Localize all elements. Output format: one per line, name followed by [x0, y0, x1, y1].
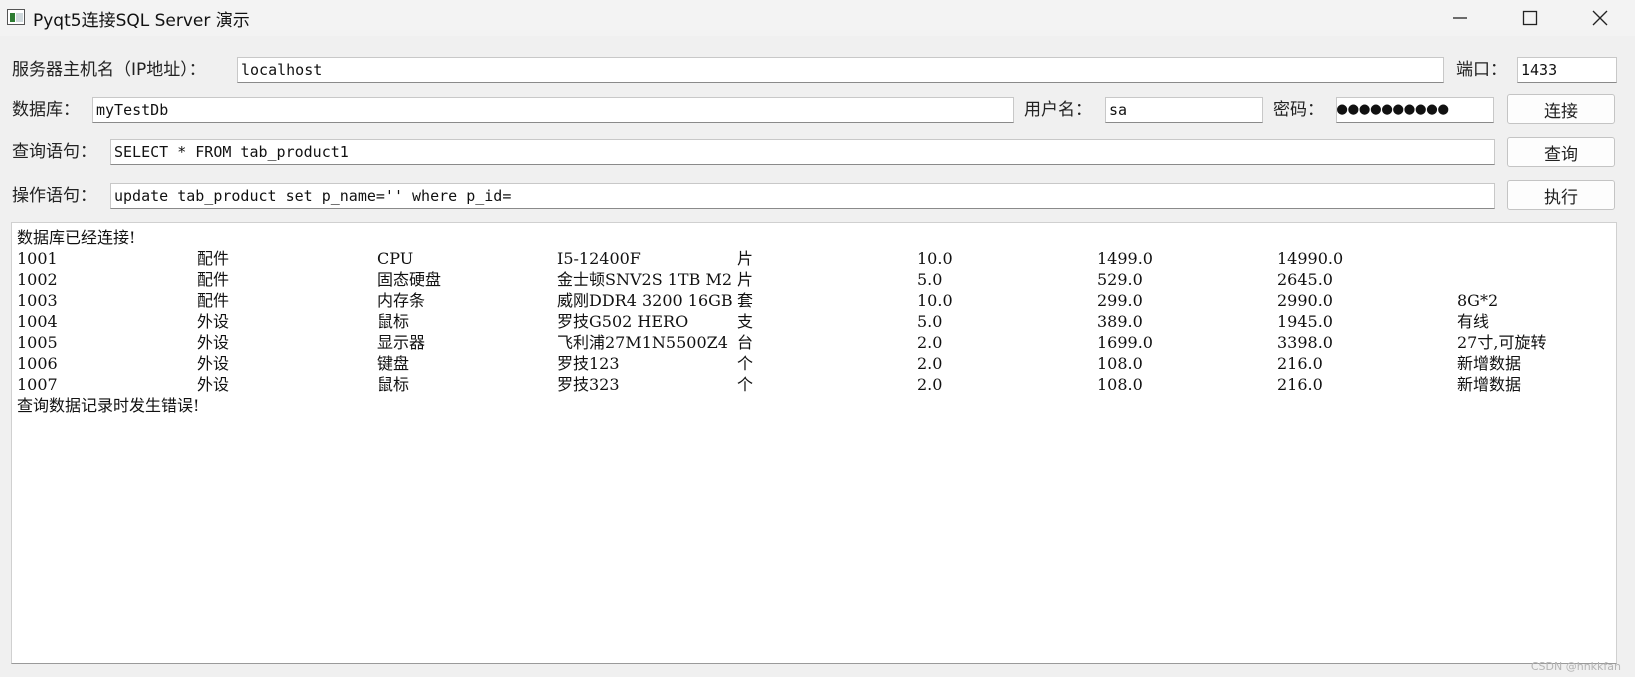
exec-input[interactable]: update tab_product set p_name='' where p… — [110, 183, 1495, 209]
password-input[interactable]: ●●●●●●●●●● — [1336, 97, 1494, 123]
port-label: 端口： — [1456, 60, 1507, 80]
cell-id: 1003 — [17, 291, 58, 310]
cell-id: 1001 — [17, 249, 58, 268]
close-icon — [1592, 10, 1608, 26]
cell-note: 新增数据 — [1457, 375, 1522, 394]
table-row: 1006 外设 键盘 罗技123 个 2.0 108.0 216.0 新增数据 — [17, 353, 1607, 374]
table-row: 1002 配件 固态硬盘 金士顿SNV2S 1TB M2 片 5.0 529.0… — [17, 269, 1607, 290]
cell-category: 外设 — [197, 375, 230, 394]
maximize-button[interactable] — [1495, 0, 1565, 36]
cell-unit: 支 — [737, 312, 754, 331]
cell-category: 外设 — [197, 333, 230, 352]
cell-id: 1006 — [17, 354, 58, 373]
cell-model: 飞利浦27M1N5500Z4 — [557, 333, 728, 352]
cell-name: CPU — [377, 249, 414, 268]
cell-id: 1005 — [17, 333, 58, 352]
query-input[interactable]: SELECT * FROM tab_product1 — [110, 139, 1495, 165]
cell-model: I5-12400F — [557, 249, 641, 268]
cell-model: 罗技G502 HERO — [557, 312, 689, 331]
minimize-icon — [1453, 17, 1467, 19]
cell-note: 27寸,可旋转 — [1457, 333, 1547, 352]
cell-name: 鼠标 — [377, 375, 410, 394]
cell-price: 108.0 — [1097, 354, 1143, 373]
cell-unit: 个 — [737, 354, 754, 373]
close-button[interactable] — [1565, 0, 1635, 36]
cell-total: 216.0 — [1277, 375, 1323, 394]
db-label: 数据库： — [12, 100, 80, 120]
query-label: 查询语句： — [12, 142, 97, 162]
cell-unit: 套 — [737, 291, 754, 310]
cell-id: 1002 — [17, 270, 58, 289]
cell-total: 3398.0 — [1277, 333, 1333, 352]
cell-name: 内存条 — [377, 291, 426, 310]
cell-unit: 个 — [737, 375, 754, 394]
cell-name: 键盘 — [377, 354, 410, 373]
minimize-button[interactable] — [1425, 0, 1495, 36]
cell-model: 金士顿SNV2S 1TB M2 — [557, 270, 733, 289]
host-label: 服务器主机名（IP地址）： — [12, 60, 206, 80]
cell-price: 1499.0 — [1097, 249, 1153, 268]
cell-total: 2990.0 — [1277, 291, 1333, 310]
cell-note: 8G*2 — [1457, 291, 1499, 310]
cell-price: 1699.0 — [1097, 333, 1153, 352]
cell-price: 529.0 — [1097, 270, 1143, 289]
cell-total: 1945.0 — [1277, 312, 1333, 331]
cell-category: 配件 — [197, 270, 230, 289]
cell-model: 罗技123 — [557, 354, 620, 373]
user-input[interactable]: sa — [1105, 97, 1263, 123]
cell-qty: 5.0 — [917, 312, 943, 331]
cell-total: 2645.0 — [1277, 270, 1333, 289]
watermark: CSDN @hnkkfan — [1530, 660, 1621, 673]
table-row: 1007 外设 鼠标 罗技323 个 2.0 108.0 216.0 新增数据 — [17, 374, 1607, 395]
cell-name: 鼠标 — [377, 312, 410, 331]
cell-name: 固态硬盘 — [377, 270, 442, 289]
cell-unit: 片 — [737, 270, 754, 289]
query-button[interactable]: 查询 — [1507, 137, 1615, 167]
maximize-icon — [1522, 10, 1538, 26]
user-label: 用户名： — [1024, 100, 1092, 120]
exec-button[interactable]: 执行 — [1507, 180, 1615, 210]
pwd-label: 密码： — [1273, 100, 1324, 120]
cell-model: 罗技323 — [557, 375, 620, 394]
cell-model: 威刚DDR4 3200 16GB — [557, 291, 733, 310]
table-row: 1005 外设 显示器 飞利浦27M1N5500Z4 台 2.0 1699.0 … — [17, 332, 1607, 353]
table-row: 1004 外设 鼠标 罗技G502 HERO 支 5.0 389.0 1945.… — [17, 311, 1607, 332]
error-message: 查询数据记录时发生错误! — [17, 396, 200, 415]
cell-qty: 5.0 — [917, 270, 943, 289]
cell-qty: 10.0 — [917, 249, 953, 268]
cell-price: 108.0 — [1097, 375, 1143, 394]
cell-unit: 台 — [737, 333, 754, 352]
cell-category: 配件 — [197, 291, 230, 310]
cell-qty: 2.0 — [917, 354, 943, 373]
cell-qty: 10.0 — [917, 291, 953, 310]
cell-category: 外设 — [197, 312, 230, 331]
cell-category: 外设 — [197, 354, 230, 373]
app-window-icon — [7, 9, 25, 25]
connect-button[interactable]: 连接 — [1507, 94, 1615, 124]
cell-price: 299.0 — [1097, 291, 1143, 310]
table-row: 1003 配件 内存条 威刚DDR4 3200 16GB 套 10.0 299.… — [17, 290, 1607, 311]
title-bar: Pyqt5连接SQL Server 演示 — [0, 0, 1635, 36]
cell-note: 有线 — [1457, 312, 1490, 331]
host-input[interactable]: localhost — [237, 57, 1444, 83]
cell-total: 216.0 — [1277, 354, 1323, 373]
cell-total: 14990.0 — [1277, 249, 1344, 268]
cell-note: 新增数据 — [1457, 354, 1522, 373]
cell-qty: 2.0 — [917, 333, 943, 352]
cell-price: 389.0 — [1097, 312, 1143, 331]
cell-category: 配件 — [197, 249, 230, 268]
port-input[interactable]: 1433 — [1517, 57, 1617, 83]
table-row: 1001 配件 CPU I5-12400F 片 10.0 1499.0 1499… — [17, 248, 1607, 269]
cell-id: 1004 — [17, 312, 58, 331]
cell-qty: 2.0 — [917, 375, 943, 394]
db-input[interactable]: myTestDb — [92, 97, 1014, 123]
cell-name: 显示器 — [377, 333, 426, 352]
exec-label: 操作语句： — [12, 186, 97, 206]
output-textarea[interactable]: 数据库已经连接! 1001 配件 CPU I5-12400F 片 10.0 14… — [11, 222, 1617, 664]
connected-message: 数据库已经连接! — [17, 228, 136, 247]
cell-id: 1007 — [17, 375, 58, 394]
window-title: Pyqt5连接SQL Server 演示 — [33, 11, 250, 31]
cell-unit: 片 — [737, 249, 754, 268]
